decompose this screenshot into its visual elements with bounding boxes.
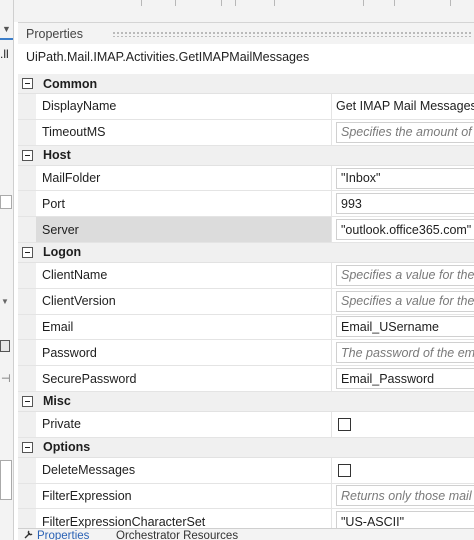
property-grid: Common DisplayName Get IMAP Mail Messages T… (18, 74, 474, 536)
property-value-cell: Get IMAP Mail Messages (332, 94, 474, 119)
tab-properties[interactable]: Properties (34, 530, 92, 540)
property-name: FilterExpression (36, 483, 332, 509)
property-name: Password (36, 340, 332, 366)
property-name: Email (36, 314, 332, 340)
property-name: ClientVersion (36, 288, 332, 314)
property-row-clientversion[interactable]: ClientVersionSpecifies a value for the c… (18, 288, 474, 315)
row-gutter (18, 457, 36, 483)
property-name: TimeoutMS (36, 119, 332, 145)
left-pane-edge: ▼ .ll ▼ ⊣ (0, 0, 14, 540)
tab-orchestrator-resources[interactable]: Orchestrator Resources (116, 530, 238, 540)
property-row-password[interactable]: Password The password of the email (18, 340, 474, 367)
properties-header[interactable]: Properties (18, 22, 474, 44)
property-row-securepassword[interactable]: SecurePassword Email_Password (18, 366, 474, 392)
left-pane-panel (0, 460, 12, 500)
property-name: SecurePassword (36, 366, 332, 391)
activity-type-name: UiPath.Mail.IMAP.Activities.GetIMAPMailM… (26, 50, 310, 64)
category-label: Common (43, 76, 98, 91)
bottom-tabs: Properties Orchestrator Resources (18, 528, 474, 540)
property-row-timeoutms[interactable]: TimeoutMSSpecifies the amount of time (18, 119, 474, 146)
collapse-minus-icon[interactable] (22, 246, 33, 258)
property-row-mailfolder[interactable]: MailFolder "Inbox" (18, 165, 474, 192)
row-gutter (18, 340, 36, 366)
row-gutter (18, 483, 36, 509)
category-label: Host (43, 148, 71, 163)
property-row-filterexpression[interactable]: FilterExpression Returns only those mail (18, 483, 474, 510)
drag-grip[interactable] (112, 31, 472, 37)
row-gutter (18, 262, 36, 288)
property-value-cell (332, 412, 474, 437)
property-value-cell: "outlook.office365.com" (332, 217, 474, 242)
row-gutter (18, 411, 36, 437)
value-field-displayname[interactable]: Get IMAP Mail Messages (336, 95, 474, 117)
property-value-cell: 993 (332, 191, 474, 216)
value-field-email[interactable]: Email_USername (336, 316, 474, 338)
category-common[interactable]: Common (18, 74, 474, 94)
top-strip (14, 0, 474, 22)
property-name: ClientName (36, 262, 332, 288)
property-row-deletemessages[interactable]: DeleteMessages (18, 457, 474, 484)
property-row-clientname[interactable]: ClientNameSpecifies a value for the clie… (18, 262, 474, 289)
property-value-cell: Email_Password (332, 366, 474, 391)
property-value-cell: The password of the email (332, 340, 474, 365)
property-value-cell: Specifies the amount of time (332, 120, 474, 145)
property-value-cell: Returns only those mail (332, 484, 474, 509)
left-pane-text: .ll (0, 47, 9, 61)
value-field-clientversion[interactable]: Specifies a value for the client (336, 290, 474, 312)
row-gutter (18, 119, 36, 145)
properties-title: Properties (26, 27, 83, 41)
copy-icon[interactable] (0, 340, 10, 352)
pin-icon[interactable]: ⊣ (1, 372, 11, 385)
category-label: Misc (43, 394, 71, 409)
value-field-server[interactable]: "outlook.office365.com" (336, 219, 474, 241)
value-field-password[interactable]: The password of the email (336, 342, 474, 364)
category-host[interactable]: Host (18, 145, 474, 166)
row-gutter (18, 94, 36, 119)
row-gutter (18, 314, 36, 340)
category-misc[interactable]: Misc (18, 391, 474, 412)
property-row-private[interactable]: Private (18, 411, 474, 438)
row-gutter (18, 165, 36, 191)
row-gutter (18, 191, 36, 217)
collapse-minus-icon[interactable] (22, 149, 33, 161)
checkbox[interactable] (338, 463, 351, 477)
property-row-server[interactable]: Server "outlook.office365.com" (18, 217, 474, 243)
property-row-port[interactable]: Port 993 (18, 191, 474, 218)
value-field-filterexpression[interactable]: Returns only those mail (336, 485, 474, 507)
property-row-email[interactable]: Email Email_USername (18, 314, 474, 341)
row-gutter (18, 288, 36, 314)
property-name: Private (36, 411, 332, 437)
collapse-minus-icon[interactable] (22, 395, 33, 407)
chevron-down-icon[interactable]: ▼ (1, 297, 9, 306)
wrench-icon (24, 530, 33, 539)
left-pane-field[interactable] (0, 195, 12, 209)
property-value-cell: Email_USername (332, 315, 474, 340)
category-label: Logon (43, 245, 82, 260)
property-name: Port (36, 191, 332, 217)
value-field-securepassword[interactable]: Email_Password (336, 368, 474, 390)
value-field-timeoutms[interactable]: Specifies the amount of time (336, 121, 474, 143)
property-name: MailFolder (36, 165, 332, 191)
property-name: Server (36, 217, 332, 242)
category-label: Options (43, 440, 91, 455)
value-field-mailfolder[interactable]: "Inbox" (336, 167, 474, 189)
dropdown-arrow-icon[interactable]: ▼ (2, 24, 11, 34)
property-row-displayname[interactable]: DisplayName Get IMAP Mail Messages (18, 94, 474, 120)
collapse-minus-icon[interactable] (22, 441, 33, 453)
category-options[interactable]: Options (18, 437, 474, 458)
value-field-clientname[interactable]: Specifies a value for the client (336, 264, 474, 286)
category-logon[interactable]: Logon (18, 242, 474, 263)
row-gutter (18, 217, 36, 242)
property-value-cell: "Inbox" (332, 166, 474, 191)
value-field-port[interactable]: 993 (336, 193, 474, 215)
property-value-cell: Specifies a value for the client (332, 289, 474, 314)
property-value-cell: Specifies a value for the client (332, 263, 474, 288)
row-gutter (18, 366, 36, 391)
checkbox[interactable] (338, 417, 351, 431)
property-name: DeleteMessages (36, 457, 332, 483)
property-name: DisplayName (36, 94, 332, 119)
property-value-cell (332, 458, 474, 483)
collapse-minus-icon[interactable] (22, 78, 33, 89)
